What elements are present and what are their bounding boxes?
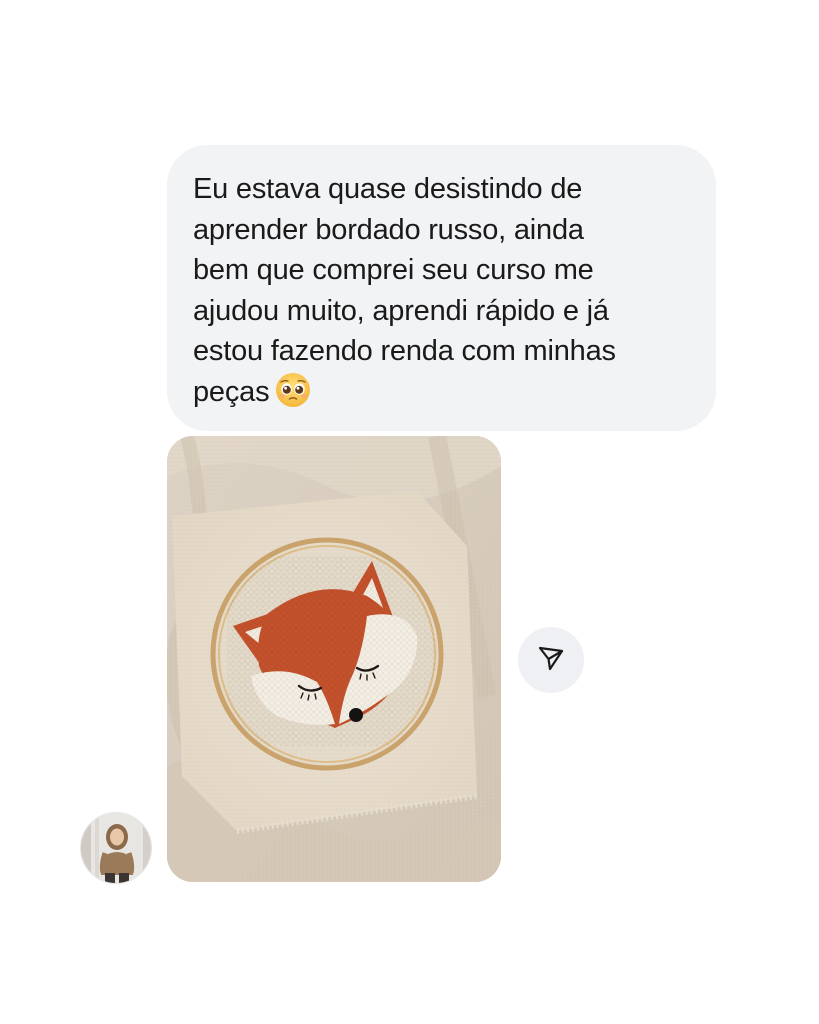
message-line: Eu estava quase desistindo de xyxy=(193,173,583,205)
message-line: estou fazendo renda com minhas xyxy=(193,335,616,367)
sender-avatar[interactable] xyxy=(80,812,152,884)
photo-attachment[interactable] xyxy=(167,436,501,882)
message-line: peças xyxy=(193,375,270,408)
pleading-face-emoji-icon xyxy=(275,372,311,408)
message-line: aprender bordado russo, ainda xyxy=(193,213,584,246)
paper-plane-icon xyxy=(536,643,566,678)
message-line: bem que comprei seu curso me xyxy=(193,254,594,286)
message-line: ajudou muito, aprendi rápido e já xyxy=(193,294,609,327)
message-bubble[interactable]: Eu estava quase desistindo de aprender b… xyxy=(167,145,716,431)
fox-embroidery-image xyxy=(167,436,501,882)
user-avatar-icon xyxy=(81,813,151,883)
share-button[interactable] xyxy=(518,627,584,693)
message-line-last: peças xyxy=(193,372,690,413)
